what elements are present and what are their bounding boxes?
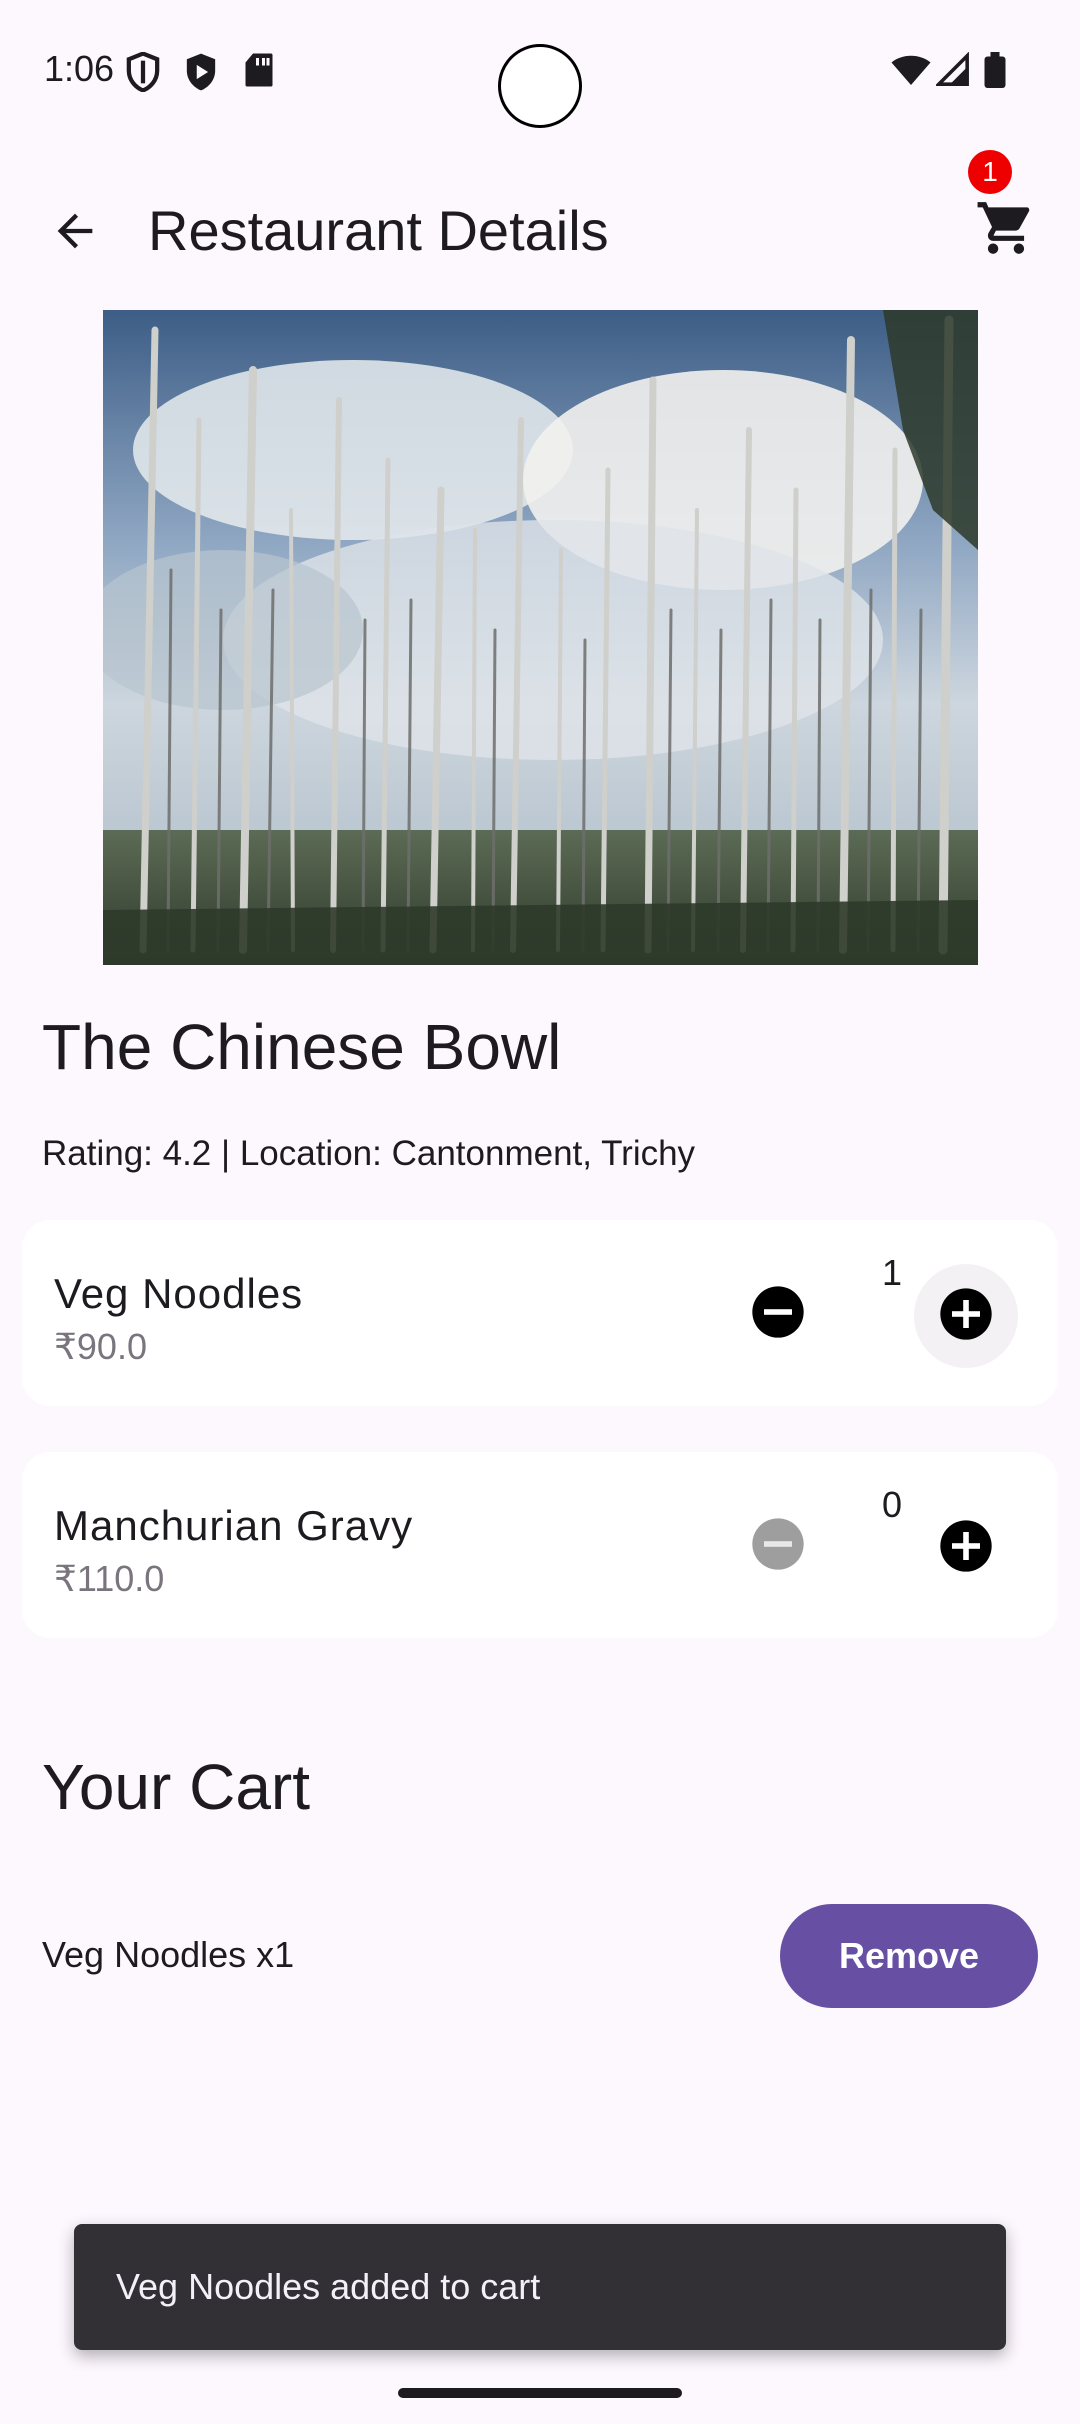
menu-item-name: Veg Noodles [54,1270,304,1317]
menu-item-price: ₹110.0 [54,1558,165,1599]
signal-icon [934,51,970,93]
restaurant-image [103,310,978,965]
quantity-value: 1 [881,1252,903,1293]
page-title: Restaurant Details [148,199,609,262]
restaurant-name: The Chinese Bowl [42,1011,562,1083]
snackbar: Veg Noodles added to cart [74,2224,1006,2350]
cart-button[interactable] [966,190,1046,270]
status-bar: 1:06 [0,0,1080,140]
cart-item-line: Veg Noodles x1 [42,1934,295,1975]
app-bar: Restaurant Details [0,160,1080,290]
cart-icon [975,197,1037,264]
battery-icon [984,52,1006,93]
cart-heading: Your Cart [42,1751,310,1823]
add-circle-icon [938,1518,994,1579]
decrease-quantity-button[interactable] [742,1278,814,1350]
remove-circle-icon [750,1284,806,1345]
quantity-value: 0 [881,1484,903,1525]
increase-quantity-button[interactable] [914,1264,1018,1368]
cart-count-badge: 1 [968,150,1012,194]
play-shield-icon [184,52,218,97]
menu-item-card: Manchurian Gravy ₹110.0 0 [22,1452,1058,1638]
remove-circle-icon [750,1516,806,1577]
front-camera [498,44,582,128]
add-circle-icon [938,1286,994,1347]
snackbar-message: Veg Noodles added to cart [116,2266,541,2307]
back-button[interactable] [40,198,110,268]
home-indicator[interactable] [398,2388,682,2398]
increase-quantity-button[interactable] [914,1496,1018,1600]
shield-icon [126,51,160,97]
restaurant-meta: Rating: 4.2 | Location: Cantonment, Tric… [42,1134,696,1173]
decrease-quantity-button[interactable] [742,1510,814,1582]
sd-card-icon [244,52,274,93]
menu-item-card: Veg Noodles ₹90.0 1 [22,1220,1058,1406]
arrow-back-icon [49,205,101,262]
remove-button[interactable]: Remove [780,1904,1038,2008]
status-time: 1:06 [44,48,115,89]
wifi-icon [890,52,932,93]
menu-item-name: Manchurian Gravy [54,1502,414,1549]
menu-item-price: ₹90.0 [54,1326,147,1367]
